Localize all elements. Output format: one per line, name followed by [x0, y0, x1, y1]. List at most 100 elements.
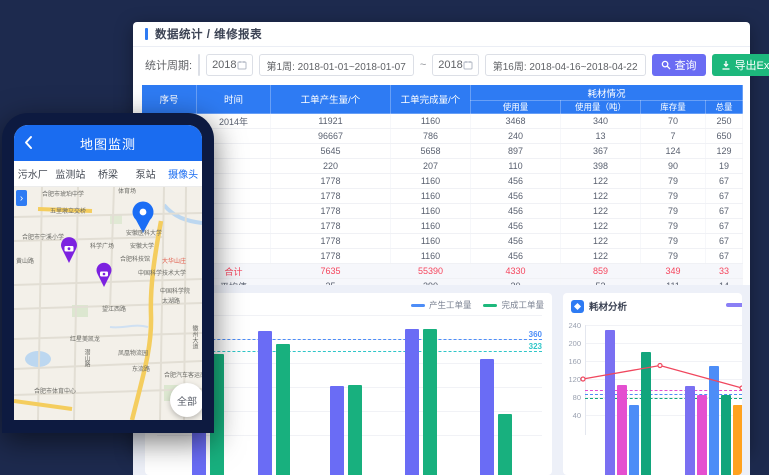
table-cell: 456: [471, 174, 561, 189]
bar-group1: [641, 352, 651, 475]
table-cell: 897: [471, 144, 561, 159]
phone-tab-污水厂[interactable]: 污水厂: [14, 166, 52, 181]
y-axis-tick: 40: [565, 411, 581, 420]
phone-device: 地图监测 污水厂监测站桥梁泵站摄像头: [2, 113, 214, 433]
column-header: 序号: [142, 85, 197, 114]
table-cell: 124: [641, 144, 706, 159]
table-cell: 67: [706, 189, 743, 204]
bar-完成工单量: [423, 329, 437, 475]
start-week-picker[interactable]: 第1周: 2018-01-01~2018-01-07: [259, 54, 414, 76]
period-segmented-control: 年季月周日: [198, 54, 200, 76]
table-cell: 122: [561, 189, 641, 204]
phone-tab-桥梁[interactable]: 桥梁: [89, 166, 127, 181]
sub-column-header: 库存量: [641, 101, 706, 114]
consumables-chart-card: 耗材分析 2402001601208040: [563, 293, 742, 475]
map-label: 大华山庄: [162, 259, 186, 266]
column-header: 时间: [197, 85, 271, 114]
end-year-picker[interactable]: 2018: [432, 54, 478, 76]
consumables-chart-header: 耗材分析: [571, 299, 627, 313]
filter-toolbar: 统计周期: 年季月周日 2018 第1周: 2018-01-01~2018-01…: [133, 50, 750, 80]
breadcrumb: 数据统计 / 维修报表: [133, 22, 750, 42]
query-button[interactable]: 查询: [652, 54, 706, 76]
analysis-icon: [571, 300, 584, 313]
table-cell: 79: [641, 174, 706, 189]
breadcrumb-accent-bar: [145, 28, 148, 40]
end-year-value: 2018: [438, 59, 462, 71]
map-expander-button[interactable]: ›: [16, 190, 27, 206]
table-cell: 7635: [271, 264, 391, 279]
phone-tab-bar: 污水厂监测站桥梁泵站摄像头: [14, 161, 202, 187]
map-label: 合肥市体育中心: [34, 389, 76, 396]
table-cell: 367: [561, 144, 641, 159]
bar-产生工单量: [258, 331, 272, 475]
map-label: 合肥市琥珀中学: [42, 192, 84, 199]
bar-group2: [697, 395, 707, 475]
gridline: [157, 315, 542, 316]
table-row: 177811604561227967: [142, 249, 743, 264]
reference-line-360: 360: [157, 339, 542, 340]
table-cell: 67: [706, 249, 743, 264]
table-cell: 3468: [471, 114, 561, 129]
phone-header: 地图监测: [14, 125, 202, 161]
table-cell: 398: [561, 159, 641, 174]
map-view[interactable]: › 全部 合肥市琥珀中学体育场五里墩立交桥合肥市宁溪小学安徽医科大学科学广场安徽…: [14, 187, 202, 420]
period-option-年[interactable]: 年: [199, 55, 200, 75]
table-cell: 1160: [391, 204, 471, 219]
reference-label: 360: [529, 330, 542, 339]
table-cell: 220: [271, 159, 391, 174]
table-cell: 1778: [271, 189, 391, 204]
map-label: 徽州大道: [190, 325, 197, 349]
table-cell: 456: [471, 249, 561, 264]
table-cell: 55390: [391, 264, 471, 279]
map-label: 望江西路: [102, 307, 126, 314]
y-axis-tick: 200: [565, 339, 581, 348]
table-cell: 5658: [391, 144, 471, 159]
reference-line-323: 323: [157, 351, 542, 352]
start-year-picker[interactable]: 2018: [206, 54, 252, 76]
table-row: 177811604561227967: [142, 174, 743, 189]
map-label: 中国科学技术大学: [138, 271, 186, 278]
table-row: 177811604561227967: [142, 219, 743, 234]
y-axis-tick: 240: [565, 321, 581, 330]
table-cell: 79: [641, 249, 706, 264]
table-cell: 1160: [391, 174, 471, 189]
range-separator: ~: [420, 59, 426, 71]
table-cell: 1778: [271, 234, 391, 249]
table-cell: 859: [561, 264, 641, 279]
table-cell: 67: [706, 174, 743, 189]
table-cell: 122: [561, 219, 641, 234]
legend-dash-cropped: [726, 303, 742, 307]
map-label: 中国科学院: [160, 289, 190, 296]
phone-tab-摄像头[interactable]: 摄像头: [164, 166, 202, 181]
start-year-value: 2018: [212, 59, 236, 71]
calendar-icon: [237, 60, 247, 70]
phone-screen: 地图监测 污水厂监测站桥梁泵站摄像头: [14, 125, 202, 420]
end-week-picker[interactable]: 第16周: 2018-04-16~2018-04-22: [485, 54, 646, 76]
report-window: 数据统计 / 维修报表 统计周期: 年季月周日 2018 第1周: 2018-0…: [133, 22, 750, 452]
table-cell: 67: [706, 219, 743, 234]
map-label: 东流路: [132, 367, 150, 374]
bar-group2: [733, 405, 742, 475]
table-row: 12014年119211160346834070250: [142, 114, 743, 129]
table-cell: 1778: [271, 249, 391, 264]
map-label: 潜山路: [82, 349, 89, 367]
bar-完成工单量: [276, 344, 290, 475]
table-cell: 90: [641, 159, 706, 174]
table-cell: 33: [706, 264, 743, 279]
back-icon[interactable]: [24, 135, 33, 150]
table-cell: 79: [641, 189, 706, 204]
map-label: 安徽大学: [130, 244, 154, 251]
total-row: 合计763555390433085934933: [142, 264, 743, 279]
bar-group2: [685, 386, 695, 475]
table-cell: 129: [706, 144, 743, 159]
bar-group1: [605, 330, 615, 475]
table-cell: 79: [641, 204, 706, 219]
phone-tab-泵站[interactable]: 泵站: [127, 166, 165, 181]
table-cell: 122: [561, 204, 641, 219]
export-excel-button[interactable]: 导出Excel: [712, 54, 769, 76]
show-all-button[interactable]: 全部: [170, 383, 202, 417]
bar-完成工单量: [498, 414, 512, 475]
table-cell: 7: [641, 129, 706, 144]
phone-tab-监测站[interactable]: 监测站: [52, 166, 90, 181]
sub-column-header: 使用量（吨）: [561, 101, 641, 114]
